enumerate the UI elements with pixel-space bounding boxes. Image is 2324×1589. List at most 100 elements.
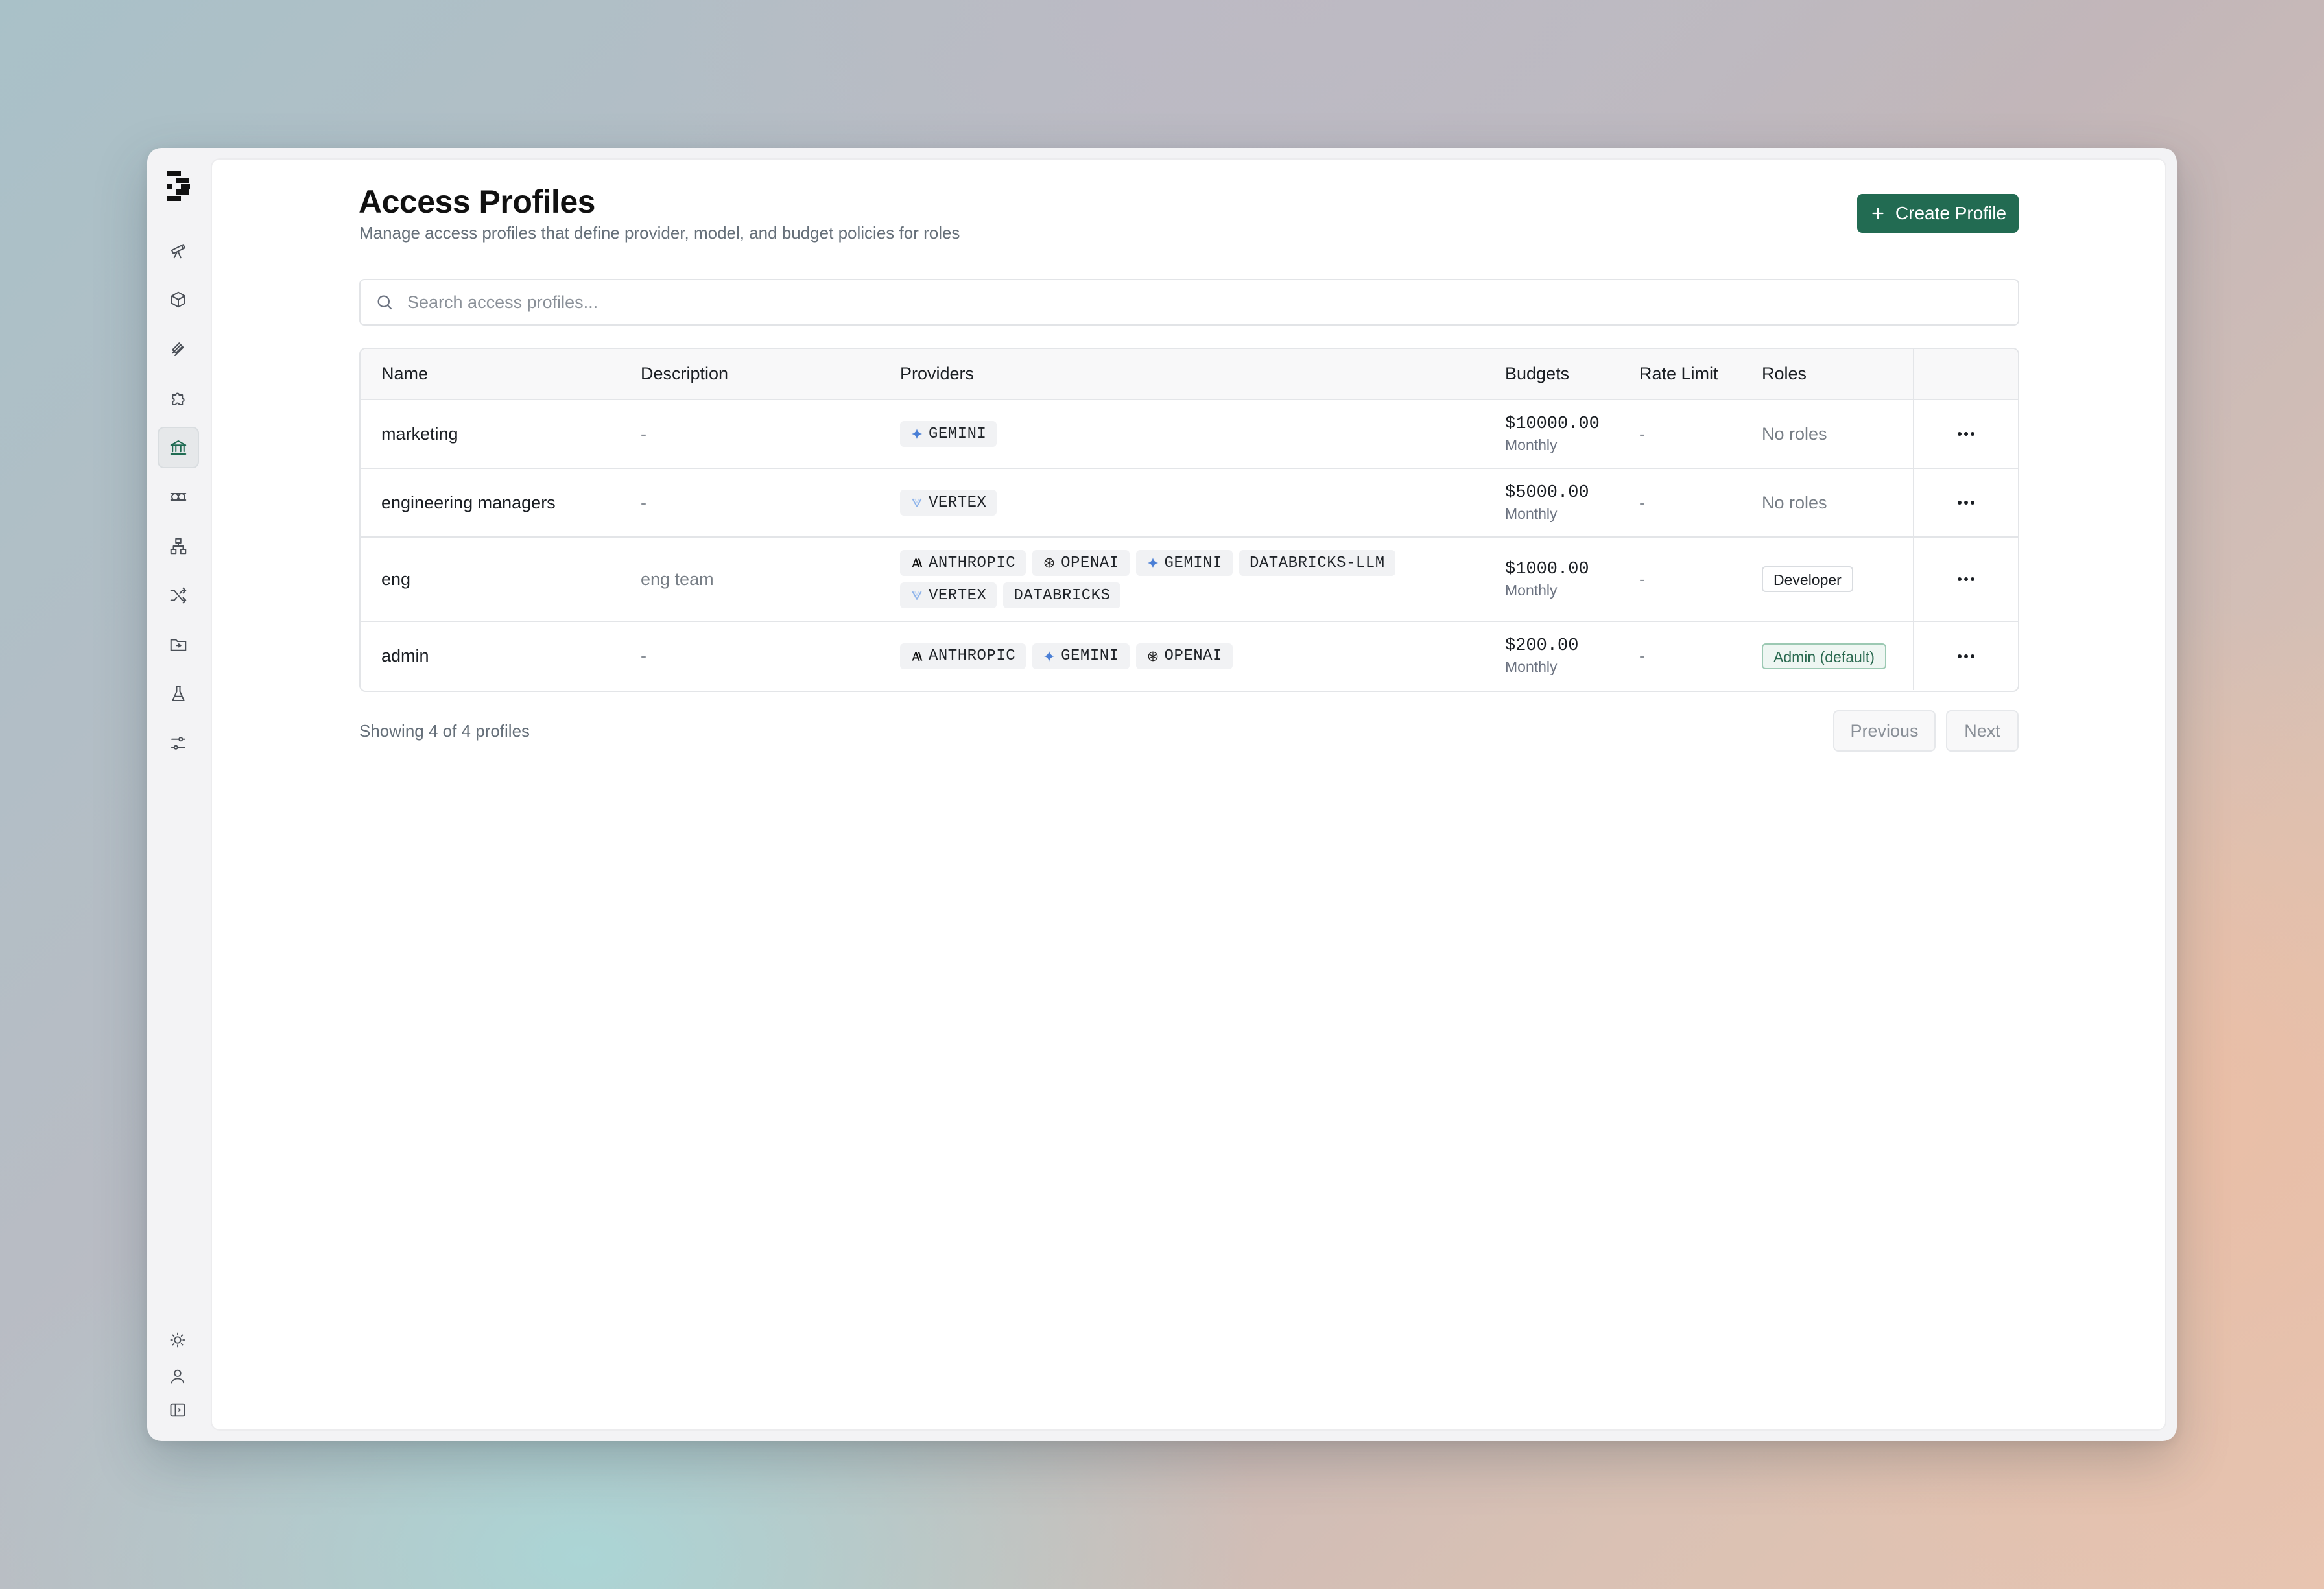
providers-cell: ANTHROPIC GEMINI OPENAI xyxy=(879,621,1484,690)
actions-cell xyxy=(1913,537,2018,622)
provider-chip: GEMINI xyxy=(900,421,997,447)
pagination-summary: Showing 4 of 4 profiles xyxy=(359,721,530,741)
provider-chip: VERTEX xyxy=(900,582,997,608)
provider-chip: DATABRICKS-LLM xyxy=(1239,550,1395,576)
more-horizontal-icon xyxy=(1958,432,1974,436)
anthropic-icon xyxy=(912,651,923,661)
provider-chip: GEMINI xyxy=(1032,643,1130,669)
create-profile-label: Create Profile xyxy=(1895,203,2007,223)
budget-cell: $10000.00 Monthly xyxy=(1484,400,1618,469)
layers-icon[interactable] xyxy=(158,328,199,370)
sun-icon[interactable] xyxy=(160,1324,196,1356)
profile-description: eng team xyxy=(620,537,879,622)
profile-name[interactable]: admin xyxy=(361,621,620,690)
header-budgets[interactable]: Budgets xyxy=(1484,349,1618,400)
sidebar xyxy=(147,148,211,1441)
flask-icon[interactable] xyxy=(158,673,199,715)
user-icon[interactable] xyxy=(160,1361,196,1392)
providers-cell: ANTHROPIC OPENAI GEMINI DATABRICKS-LLM V… xyxy=(879,537,1484,622)
main-content: Access Profiles Manage access profiles t… xyxy=(211,158,2166,1431)
header-name[interactable]: Name xyxy=(361,349,620,400)
budget-cell: $5000.00 Monthly xyxy=(1484,468,1618,538)
provider-chip: DATABRICKS xyxy=(1003,582,1121,608)
more-horizontal-icon xyxy=(1958,577,1974,581)
page-subtitle: Manage access profiles that define provi… xyxy=(359,223,960,243)
provider-chip: VERTEX xyxy=(900,490,997,516)
header-providers[interactable]: Providers xyxy=(879,349,1484,400)
budget-amount: $200.00 xyxy=(1505,636,1579,656)
header-description[interactable]: Description xyxy=(620,349,879,400)
providers-cell: GEMINI xyxy=(879,400,1484,469)
search-box xyxy=(359,279,2019,326)
rate-limit: - xyxy=(1618,468,1741,538)
role-badge-admin[interactable]: Admin (default) xyxy=(1762,643,1886,669)
table-row[interactable]: eng eng team ANTHROPIC OPENAI GEMINI DAT… xyxy=(361,537,2018,622)
box-icon[interactable] xyxy=(158,279,199,320)
roles-text: No roles xyxy=(1741,468,1914,538)
more-horizontal-icon xyxy=(1958,501,1974,505)
bank-icon[interactable] xyxy=(158,427,199,468)
budget-period: Monthly xyxy=(1505,436,1558,453)
sliders-icon[interactable] xyxy=(158,723,199,764)
profile-description: - xyxy=(620,400,879,469)
actions-cell xyxy=(1913,621,2018,690)
more-actions-button[interactable] xyxy=(1948,643,1984,669)
more-actions-button[interactable] xyxy=(1948,421,1984,447)
puzzle-icon[interactable] xyxy=(158,377,199,419)
search-input[interactable] xyxy=(406,291,1965,313)
next-button[interactable]: Next xyxy=(1946,710,2019,752)
plus-icon xyxy=(1872,208,1884,219)
anthropic-icon xyxy=(912,558,923,568)
table-row[interactable]: engineering managers - VERTEX $5000.00 M… xyxy=(361,468,2018,538)
roles-cell: Developer xyxy=(1741,537,1914,622)
vertex-icon xyxy=(912,591,922,600)
provider-chip: GEMINI xyxy=(1135,550,1233,576)
actions-cell xyxy=(1913,468,2018,538)
page-title: Access Profiles xyxy=(359,184,595,220)
create-profile-button[interactable]: Create Profile xyxy=(1857,194,2019,233)
openai-icon xyxy=(1148,651,1157,661)
budget-cell: $200.00 Monthly xyxy=(1484,621,1618,690)
logo-icon[interactable] xyxy=(167,171,193,201)
profile-description: - xyxy=(641,646,646,665)
profile-name[interactable]: marketing xyxy=(361,400,620,469)
table-row[interactable]: admin - ANTHROPIC GEMINI OPENAI $200.00 … xyxy=(361,621,2018,690)
app-window: Access Profiles Manage access profiles t… xyxy=(147,148,2177,1441)
search-icon xyxy=(377,295,392,310)
roles-text: No roles xyxy=(1741,400,1914,469)
header-actions xyxy=(1913,349,2018,400)
network-icon[interactable] xyxy=(158,525,199,567)
more-actions-button[interactable] xyxy=(1948,566,1984,592)
gemini-icon xyxy=(1147,557,1158,569)
sidebar-toggle-icon[interactable] xyxy=(160,1394,196,1426)
more-actions-button[interactable] xyxy=(1948,490,1984,516)
provider-chip: OPENAI xyxy=(1135,643,1233,669)
role-badge[interactable]: Developer xyxy=(1762,566,1853,592)
table-header-row: Name Description Providers Budgets Rate … xyxy=(361,349,2018,400)
gemini-icon xyxy=(1043,651,1055,662)
budget-period: Monthly xyxy=(1505,505,1558,522)
profile-description: - xyxy=(620,468,879,538)
telescope-icon[interactable] xyxy=(158,230,199,271)
budget-period: Monthly xyxy=(1505,658,1558,675)
shuffle-icon[interactable] xyxy=(158,575,199,616)
coin-off-icon[interactable] xyxy=(158,476,199,518)
previous-button[interactable]: Previous xyxy=(1833,710,1936,752)
rate-limit: - xyxy=(1618,400,1741,469)
vertex-icon xyxy=(912,498,922,507)
budget-cell: $1000.00 Monthly xyxy=(1484,537,1618,622)
openai-icon xyxy=(1044,558,1054,568)
folder-icon[interactable] xyxy=(158,624,199,665)
provider-chip: OPENAI xyxy=(1032,550,1130,576)
header-roles[interactable]: Roles xyxy=(1741,349,1914,400)
provider-chip: ANTHROPIC xyxy=(900,550,1026,576)
actions-cell xyxy=(1913,400,2018,469)
budget-amount: $5000.00 xyxy=(1505,483,1589,503)
budget-period: Monthly xyxy=(1505,581,1558,599)
table-row[interactable]: marketing - GEMINI $10000.00 Monthly - N… xyxy=(361,400,2018,469)
providers-cell: VERTEX xyxy=(879,468,1484,538)
profile-name[interactable]: eng xyxy=(361,537,620,622)
profile-name[interactable]: engineering managers xyxy=(361,468,620,538)
header-rate-limit[interactable]: Rate Limit xyxy=(1618,349,1741,400)
budget-amount: $10000.00 xyxy=(1505,414,1600,434)
